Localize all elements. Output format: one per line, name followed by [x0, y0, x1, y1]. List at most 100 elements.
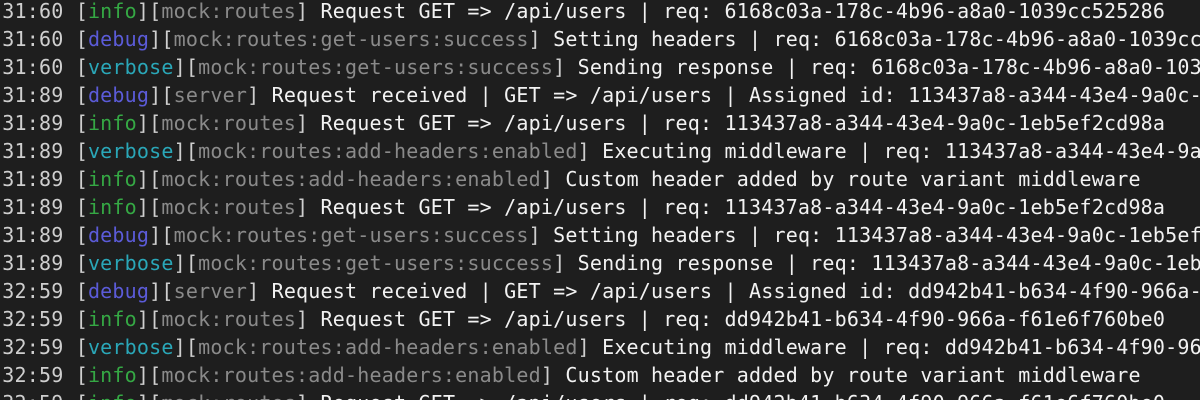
- log-bracket: ]: [528, 223, 554, 247]
- log-line: :31:89 [info][mock:routes:add-headers:en…: [0, 165, 1200, 193]
- log-message: Setting headers | req: 113437a8-a344-43e…: [553, 223, 1200, 247]
- log-bracket: ][: [173, 251, 199, 275]
- log-bracket: ]: [553, 251, 578, 275]
- log-scope: mock:routes: [161, 307, 297, 331]
- log-line: :32:59 [debug][server] Request received …: [0, 277, 1200, 305]
- log-line: :32:59 [info][mock:routes] Request GET =…: [0, 305, 1200, 333]
- log-level: verbose: [87, 139, 174, 163]
- log-message: Request received | GET => /api/users | A…: [271, 83, 1200, 107]
- log-line: :32:59 [info][mock:routes] Request GET =…: [0, 389, 1200, 400]
- log-bracket: ][: [173, 335, 199, 359]
- log-scope: mock:routes:add-headers:enabled: [198, 335, 578, 359]
- log-message: Setting headers | req: 6168c03a-178c-4b9…: [553, 27, 1200, 51]
- log-level: info: [87, 0, 137, 23]
- log-level: verbose: [87, 55, 174, 79]
- log-scope: mock:routes: [161, 0, 297, 23]
- log-timestamp: :32:59: [0, 307, 64, 331]
- log-bracket: [: [75, 195, 88, 219]
- log-timestamp: :31:60: [0, 55, 64, 79]
- log-bracket: [: [75, 335, 88, 359]
- log-message: Request GET => /api/users | req: 113437a…: [320, 111, 1166, 135]
- log-message: Request received | GET => /api/users | A…: [271, 279, 1200, 303]
- log-scope: mock:routes:get-users:success: [198, 55, 554, 79]
- log-scope: mock:routes:get-users:success: [198, 251, 554, 275]
- log-bracket: ][: [137, 391, 161, 400]
- log-level: info: [87, 307, 137, 331]
- log-timestamp: :31:89: [0, 251, 64, 275]
- log-bracket: ][: [149, 27, 174, 51]
- log-level: debug: [87, 223, 150, 247]
- log-bracket: [: [75, 363, 88, 387]
- log-timestamp: :31:89: [0, 139, 64, 163]
- log-bracket: ]: [540, 363, 566, 387]
- log-message: Executing middleware | req: dd942b41-b63…: [602, 335, 1200, 359]
- log-bracket: ]: [577, 139, 603, 163]
- log-timestamp: :31:89: [0, 195, 64, 219]
- log-bracket: [: [75, 83, 88, 107]
- log-bracket: ][: [136, 307, 162, 331]
- log-bracket: ]: [296, 391, 320, 400]
- log-bracket: ]: [247, 279, 272, 303]
- log-message: Request GET => /api/users | req: dd942b4…: [321, 391, 1166, 400]
- log-bracket: ]: [296, 307, 321, 331]
- log-scope: mock:routes:get-users:success: [173, 223, 529, 247]
- log-message: Sending response | req: 6168c03a-178c-4b…: [577, 55, 1200, 79]
- terminal-window: :31:60 [info][mock:routes] Request GET =…: [0, 0, 1200, 400]
- log-bracket: ]: [296, 0, 321, 23]
- log-line: :31:89 [verbose][mock:routes:get-users:s…: [0, 249, 1200, 277]
- log-scope: mock:routes: [161, 111, 297, 135]
- log-bracket: ][: [136, 0, 162, 23]
- log-scope: mock:routes: [161, 391, 296, 400]
- log-bracket: ][: [136, 167, 162, 191]
- log-level: verbose: [87, 251, 174, 275]
- log-scope: mock:routes: [161, 195, 297, 219]
- log-bracket: ]: [577, 335, 603, 359]
- log-level: debug: [87, 83, 150, 107]
- log-scope: server: [173, 83, 248, 107]
- log-bracket: [: [75, 0, 88, 23]
- log-level: info: [88, 391, 137, 400]
- log-output: :31:60 [info][mock:routes] Request GET =…: [0, 0, 1200, 400]
- log-bracket: [: [75, 27, 88, 51]
- log-timestamp: :31:89: [0, 167, 64, 191]
- log-message: Executing middleware | req: 113437a8-a34…: [602, 139, 1200, 163]
- log-level: debug: [87, 279, 150, 303]
- log-timestamp: :32:59: [0, 279, 64, 303]
- log-message: Request GET => /api/users | req: 6168c03…: [320, 0, 1166, 23]
- log-message: Custom header added by route variant mid…: [565, 363, 1141, 387]
- log-bracket: ]: [553, 55, 578, 79]
- log-timestamp: :32:59: [0, 391, 76, 400]
- log-bracket: ]: [247, 83, 272, 107]
- log-message: Request GET => /api/users | req: 113437a…: [320, 195, 1166, 219]
- log-timestamp: :31:60: [0, 27, 64, 51]
- log-bracket: ]: [528, 27, 554, 51]
- log-scope: mock:routes:get-users:success: [173, 27, 529, 51]
- log-timestamp: :32:59: [0, 335, 64, 359]
- log-timestamp: :31:89: [0, 83, 64, 107]
- log-scope: mock:routes:add-headers:enabled: [161, 167, 541, 191]
- log-bracket: ][: [136, 111, 162, 135]
- log-bracket: ][: [149, 223, 174, 247]
- log-bracket: ][: [136, 195, 162, 219]
- log-bracket: [: [75, 223, 88, 247]
- log-bracket: [: [75, 279, 88, 303]
- log-line: :31:89 [debug][server] Request received …: [0, 81, 1200, 109]
- log-bracket: [: [75, 55, 88, 79]
- log-bracket: ]: [296, 195, 321, 219]
- log-level: info: [87, 167, 137, 191]
- log-bracket: [: [75, 251, 88, 275]
- log-line: :32:59 [verbose][mock:routes:add-headers…: [0, 333, 1200, 361]
- log-timestamp: :31:89: [0, 223, 64, 247]
- log-bracket: ][: [173, 55, 199, 79]
- log-bracket: ]: [540, 167, 566, 191]
- log-line: :32:59 [info][mock:routes:add-headers:en…: [0, 361, 1200, 389]
- log-line: :31:89 [info][mock:routes] Request GET =…: [0, 109, 1200, 137]
- log-timestamp: :31:60: [0, 0, 64, 23]
- log-level: info: [87, 363, 137, 387]
- log-scope: mock:routes:add-headers:enabled: [198, 139, 578, 163]
- log-level: info: [87, 195, 137, 219]
- log-timestamp: :31:89: [0, 111, 64, 135]
- log-line: :31:89 [debug][mock:routes:get-users:suc…: [0, 221, 1200, 249]
- log-level: verbose: [87, 335, 174, 359]
- log-timestamp: :32:59: [0, 363, 64, 387]
